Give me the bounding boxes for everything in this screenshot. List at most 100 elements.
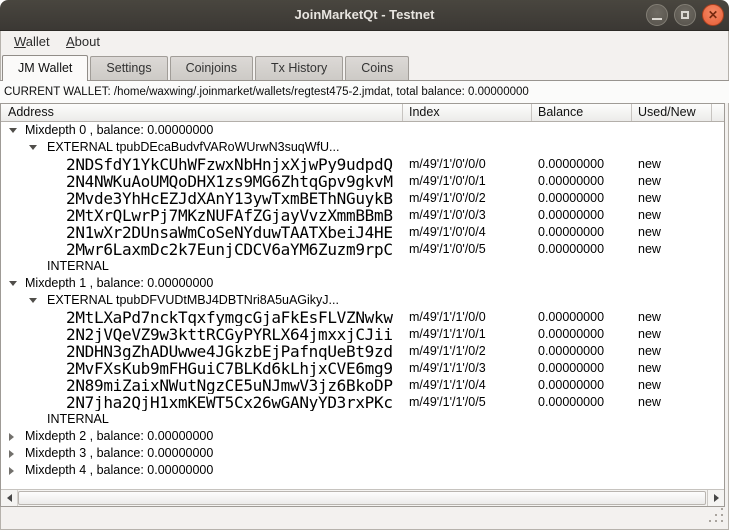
column-header-balance[interactable]: Balance xyxy=(532,104,632,121)
column-header-used-new[interactable]: Used/New xyxy=(632,104,712,121)
used-new-cell: new xyxy=(638,377,661,394)
close-button[interactable]: ✕ xyxy=(702,4,724,26)
used-new-cell: new xyxy=(638,207,661,224)
index-cell: m/49'/1'/0'/0/5 xyxy=(409,241,486,258)
address-text: 2MtLXaPd7nckTqxfymgcGjaFkEsFLVZNwkw xyxy=(66,309,393,326)
tree-row[interactable]: 2MtXrQLwrPj7MKzNUFAfZGjayVvzXmmBBmBm/49'… xyxy=(1,207,724,224)
used-new-cell: new xyxy=(638,343,661,360)
tree-row[interactable]: 2MvFXsKub9mFHGuiC7BLKd6kLhjxCVE6mg9 m/49'… xyxy=(1,360,724,377)
app-window: JoinMarketQt - Testnet ✕ Wallet About JM… xyxy=(0,0,729,530)
tab-jm-wallet[interactable]: JM Wallet xyxy=(2,55,88,81)
balance-cell: 0.00000000 xyxy=(538,224,604,241)
address-text: 2N2jVQeVZ9w3kttRCGyPYRLX64jmxxjCJii xyxy=(66,326,393,343)
menu-about-label: bout xyxy=(75,34,100,49)
scroll-right-icon xyxy=(714,494,719,502)
mixdepth-label: Mixdepth 0 , balance: 0.00000000 xyxy=(25,122,213,139)
tree-row[interactable]: INTERNAL xyxy=(1,411,724,428)
menu-wallet[interactable]: Wallet xyxy=(9,31,55,54)
tree-row[interactable]: Mixdepth 2 , balance: 0.00000000 xyxy=(1,428,724,445)
tree-row[interactable]: Mixdepth 4 , balance: 0.00000000 xyxy=(1,462,724,479)
tab-settings[interactable]: Settings xyxy=(90,56,167,80)
mixdepth-label: Mixdepth 4 , balance: 0.00000000 xyxy=(25,462,213,479)
balance-cell: 0.00000000 xyxy=(538,377,604,394)
branch-label: INTERNAL xyxy=(47,258,109,275)
tree-row[interactable]: Mixdepth 3 , balance: 0.00000000 xyxy=(1,445,724,462)
tree-row[interactable]: INTERNAL xyxy=(1,258,724,275)
tab-coinjoins[interactable]: Coinjoins xyxy=(170,56,253,80)
balance-cell: 0.00000000 xyxy=(538,326,604,343)
menu-wallet-label: allet xyxy=(26,34,50,49)
tree-row[interactable]: 2Mwr6LaxmDc2k7EunjCDCV6aYM6Zuzm9rpC m/49'… xyxy=(1,241,724,258)
address-text: 2Mwr6LaxmDc2k7EunjCDCV6aYM6Zuzm9rpC xyxy=(66,241,393,258)
collapse-branch-icon[interactable] xyxy=(9,281,25,286)
resize-grip-icon xyxy=(721,508,723,510)
index-cell: m/49'/1'/0'/0/2 xyxy=(409,190,486,207)
column-header-index[interactable]: Index xyxy=(403,104,532,121)
horizontal-scrollbar[interactable] xyxy=(1,489,724,506)
tabbar: JM Wallet Settings Coinjoins Tx History … xyxy=(2,55,411,81)
minimize-button[interactable] xyxy=(646,4,668,26)
collapse-branch-icon[interactable] xyxy=(29,145,47,150)
used-new-cell: new xyxy=(638,173,661,190)
tree-row[interactable]: 2NDSfdY1YkCUhWFzwxNbHnjxXjwPy9udpdQm/49'… xyxy=(1,156,724,173)
titlebar[interactable]: JoinMarketQt - Testnet ✕ xyxy=(0,0,729,31)
index-cell: m/49'/1'/1'/0/1 xyxy=(409,326,486,343)
index-cell: m/49'/1'/1'/0/2 xyxy=(409,343,486,360)
tab-coins[interactable]: Coins xyxy=(345,56,409,80)
tree-row[interactable]: 2N1wXr2DUnsaWmCoSeNYduwTAATXbeiJ4HEm/49'… xyxy=(1,224,724,241)
index-cell: m/49'/1'/0'/0/4 xyxy=(409,224,486,241)
index-cell: m/49'/1'/1'/0/3 xyxy=(409,360,486,377)
tree-row[interactable]: Mixdepth 0 , balance: 0.00000000 xyxy=(1,122,724,139)
column-header-address[interactable]: Address xyxy=(1,104,403,121)
balance-cell: 0.00000000 xyxy=(538,156,604,173)
menu-about[interactable]: About xyxy=(61,31,105,54)
triangle-right-icon xyxy=(9,467,14,475)
expand-branch-icon[interactable] xyxy=(9,433,25,441)
mixdepth-label: Mixdepth 3 , balance: 0.00000000 xyxy=(25,445,213,462)
index-cell: m/49'/1'/1'/0/4 xyxy=(409,377,486,394)
balance-cell: 0.00000000 xyxy=(538,173,604,190)
triangle-down-icon xyxy=(9,128,17,133)
expand-branch-icon[interactable] xyxy=(9,467,25,475)
balance-cell: 0.00000000 xyxy=(538,309,604,326)
tree-row[interactable]: 2N2jVQeVZ9w3kttRCGyPYRLX64jmxxjCJii m/49'… xyxy=(1,326,724,343)
collapse-branch-icon[interactable] xyxy=(9,128,25,133)
tree-row[interactable]: EXTERNAL tpubDEcaBudvfVARoWUrwN3suqWfU..… xyxy=(1,139,724,156)
address-text: 2Mvde3YhHcEZJdXAnY13ywTxmBEThNGuykB xyxy=(66,190,393,207)
branch-label: EXTERNAL tpubDEcaBudvfVARoWUrwN3suqWfU..… xyxy=(47,139,339,156)
tree-row[interactable]: 2NDHN3gZhADUwwe4JGkzbEjPafnqUeBt9zdm/49'… xyxy=(1,343,724,360)
used-new-cell: new xyxy=(638,394,661,411)
address-text: 2MvFXsKub9mFHGuiC7BLKd6kLhjxCVE6mg9 xyxy=(66,360,393,377)
tree-row[interactable]: 2N7jha2QjH1xmKEWT5Cx26wGANyYD3rxPKc m/49'… xyxy=(1,394,724,411)
tree-row[interactable]: EXTERNAL tpubDFVUDtMBJ4DBTNri8A5uAGikyJ.… xyxy=(1,292,724,309)
address-text: 2N89miZaixNWutNgzCE5uNJmwV3jz6BkoDP xyxy=(66,377,393,394)
index-cell: m/49'/1'/0'/0/0 xyxy=(409,156,486,173)
triangle-down-icon xyxy=(9,281,17,286)
used-new-cell: new xyxy=(638,309,661,326)
scroll-left-button[interactable] xyxy=(1,490,18,506)
tab-tx-history[interactable]: Tx History xyxy=(255,56,343,80)
tree-row[interactable]: Mixdepth 1 , balance: 0.00000000 xyxy=(1,275,724,292)
collapse-branch-icon[interactable] xyxy=(29,298,47,303)
horizontal-scrollbar-thumb[interactable] xyxy=(18,491,706,505)
resize-grip[interactable] xyxy=(703,506,727,528)
tree-row[interactable]: 2N4NWKuAoUMQoDHX1zs9MG6ZhtqGpv9gkvMm/49'… xyxy=(1,173,724,190)
address-text: 2N7jha2QjH1xmKEWT5Cx26wGANyYD3rxPKc xyxy=(66,394,393,411)
index-cell: m/49'/1'/1'/0/5 xyxy=(409,394,486,411)
current-wallet-banner: CURRENT WALLET: /home/waxwing/.joinmarke… xyxy=(0,81,729,103)
balance-cell: 0.00000000 xyxy=(538,190,604,207)
used-new-cell: new xyxy=(638,326,661,343)
tree-row[interactable]: 2MtLXaPd7nckTqxfymgcGjaFkEsFLVZNwkw m/49'… xyxy=(1,309,724,326)
branch-label: INTERNAL xyxy=(47,411,109,428)
triangle-right-icon xyxy=(9,450,14,458)
mixdepth-label: Mixdepth 2 , balance: 0.00000000 xyxy=(25,428,213,445)
index-cell: m/49'/1'/1'/0/0 xyxy=(409,309,486,326)
expand-branch-icon[interactable] xyxy=(9,450,25,458)
maximize-button[interactable] xyxy=(674,4,696,26)
used-new-cell: new xyxy=(638,190,661,207)
scroll-right-button[interactable] xyxy=(707,490,724,506)
tree-row[interactable]: 2N89miZaixNWutNgzCE5uNJmwV3jz6BkoDP m/49'… xyxy=(1,377,724,394)
tree-row[interactable]: 2Mvde3YhHcEZJdXAnY13ywTxmBEThNGuykB m/49'… xyxy=(1,190,724,207)
used-new-cell: new xyxy=(638,156,661,173)
triangle-down-icon xyxy=(29,298,37,303)
